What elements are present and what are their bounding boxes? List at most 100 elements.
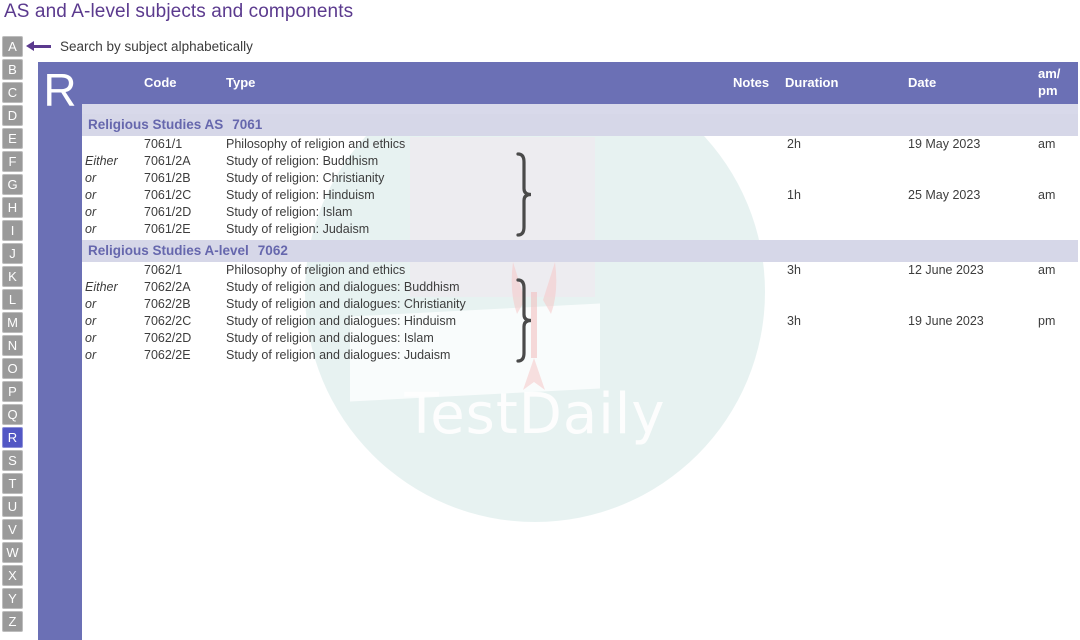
cell-code: 7061/2E [144,222,191,236]
cell-duration: 3h [787,314,801,328]
cell-type: Study of religion and dialogues: Buddhis… [226,280,460,294]
cell-either: Either [85,154,118,168]
alphabet-item-i[interactable]: I [2,220,23,241]
alphabet-item-g[interactable]: G [2,174,23,195]
alphabet-item-v[interactable]: V [2,519,23,540]
cell-either: or [85,188,97,202]
cell-code: 7062/2B [144,297,191,311]
alphabet-item-h[interactable]: H [2,197,23,218]
alphabet-item-f[interactable]: F [2,151,23,172]
cell-duration: 2h [787,137,801,151]
cell-code: 7062/2D [144,331,192,345]
cell-code: 7061/1 [144,137,183,151]
alphabet-item-x[interactable]: X [2,565,23,586]
alphabet-item-j[interactable]: J [2,243,23,264]
cell-type: Study of religion: Islam [226,205,353,219]
column-header-duration: Duration [785,75,839,90]
group-header: Religious Studies AS 7061 [82,114,1078,136]
cell-either: or [85,331,97,345]
table-row: or 7062/2C Study of religion and dialogues… [82,313,1078,330]
cell-ampm: am [1038,188,1056,202]
cell-code: 7062/2A [144,280,191,294]
table-row: Either 7061/2A Study of religion: Buddhism [82,153,1078,170]
group-code: 7061 [232,117,263,132]
alphabet-item-t[interactable]: T [2,473,23,494]
cell-either: or [85,205,97,219]
cell-type: Study of religion and dialogues: Hinduis… [226,314,456,328]
alphabet-item-n[interactable]: N [2,335,23,356]
cell-either: or [85,297,97,311]
search-hint-label: Search by subject alphabetically [60,38,253,54]
cell-type: Study of religion: Hinduism [226,188,375,202]
active-letter: R [43,64,77,116]
alphabet-item-a[interactable]: A [2,36,23,57]
cell-type: Study of religion and dialogues: Judaism [226,348,451,362]
page-title: AS and A-level subjects and components [4,1,354,22]
cell-type: Study of religion: Buddhism [226,154,379,168]
column-header-ampm-line1: am/ [1038,66,1061,81]
cell-code: 7062/2E [144,348,191,362]
cell-either: Either [85,280,118,294]
table-row: 7062/1 Philosophy of religion and ethics 3… [82,262,1078,279]
cell-date: 19 May 2023 [908,137,981,151]
cell-either: or [85,171,97,185]
table-row: or 7061/2E Study of religion: Judaism [82,221,1078,238]
table-row: or 7061/2D Study of religion: Islam [82,204,1078,221]
column-header-code: Code [144,75,177,90]
alphabet-item-b[interactable]: B [2,59,23,80]
watermark-text: TestDaily [404,382,666,447]
cell-either: or [85,314,97,328]
group-name: Religious Studies A-level [88,243,249,258]
alphabet-item-z[interactable]: Z [2,611,23,632]
table-row: Either 7062/2A Study of religion and dialo… [82,279,1078,296]
cell-code: 7062/2C [144,314,192,328]
arrow-left-icon [26,39,52,53]
alphabet-item-q[interactable]: Q [2,404,23,425]
alphabet-item-m[interactable]: M [2,312,23,333]
cell-ampm: am [1038,263,1056,277]
group-name: Religious Studies AS [88,117,224,132]
table-row: 7061/1 Philosophy of religion and ethics 2… [82,136,1078,153]
alphabet-item-s[interactable]: S [2,450,23,471]
alphabet-item-w[interactable]: W [2,542,23,563]
cell-ampm: pm [1038,314,1056,328]
table-row: or 7061/2B Study of religion: Christianity [82,170,1078,187]
cell-code: 7062/1 [144,263,183,277]
group-rows: 7061/1 Philosophy of religion and ethics 2… [82,136,1078,238]
cell-date: 25 May 2023 [908,188,981,202]
cell-date: 19 June 2023 [908,314,984,328]
cell-type: Study of religion: Judaism [226,222,370,236]
table-header-underbar [82,104,1078,114]
table-row: or 7061/2C Study of religion: Hinduism 1h 25… [82,187,1078,204]
cell-code: 7061/2B [144,171,191,185]
alphabet-item-r[interactable]: R [2,427,23,448]
search-hint: Search by subject alphabetically [26,36,253,56]
cell-duration: 1h [787,188,801,202]
table-body: Religious Studies AS 7061 7061/1 Philosophy… [82,114,1078,364]
cell-type: Study of religion: Christianity [226,171,385,185]
alphabet-index: ABCDEFGHIJKLMNOPQRSTUVWXYZ [2,36,24,632]
alphabet-item-y[interactable]: Y [2,588,23,609]
cell-type: Study of religion and dialogues: Islam [226,331,434,345]
alphabet-item-o[interactable]: O [2,358,23,379]
cell-type: Study of religion and dialogues: Christi… [226,297,466,311]
column-header-notes: Notes [733,75,770,90]
group-rows: 7062/1 Philosophy of religion and ethics 3… [82,262,1078,364]
cell-type: Philosophy of religion and ethics [226,263,406,277]
cell-code: 7061/2A [144,154,191,168]
alphabet-item-c[interactable]: C [2,82,23,103]
alphabet-item-d[interactable]: D [2,105,23,126]
cell-either: or [85,348,97,362]
table-row: or 7062/2E Study of religion and dialogues… [82,347,1078,364]
cell-date: 12 June 2023 [908,263,984,277]
alphabet-item-u[interactable]: U [2,496,23,517]
column-header-date: Date [908,75,937,90]
group-header: Religious Studies A-level 7062 [82,240,1078,262]
cell-ampm: am [1038,137,1056,151]
cell-code: 7061/2C [144,188,192,202]
alphabet-item-e[interactable]: E [2,128,23,149]
alphabet-item-p[interactable]: P [2,381,23,402]
alphabet-item-k[interactable]: K [2,266,23,287]
cell-type: Philosophy of religion and ethics [226,137,406,151]
alphabet-item-l[interactable]: L [2,289,23,310]
